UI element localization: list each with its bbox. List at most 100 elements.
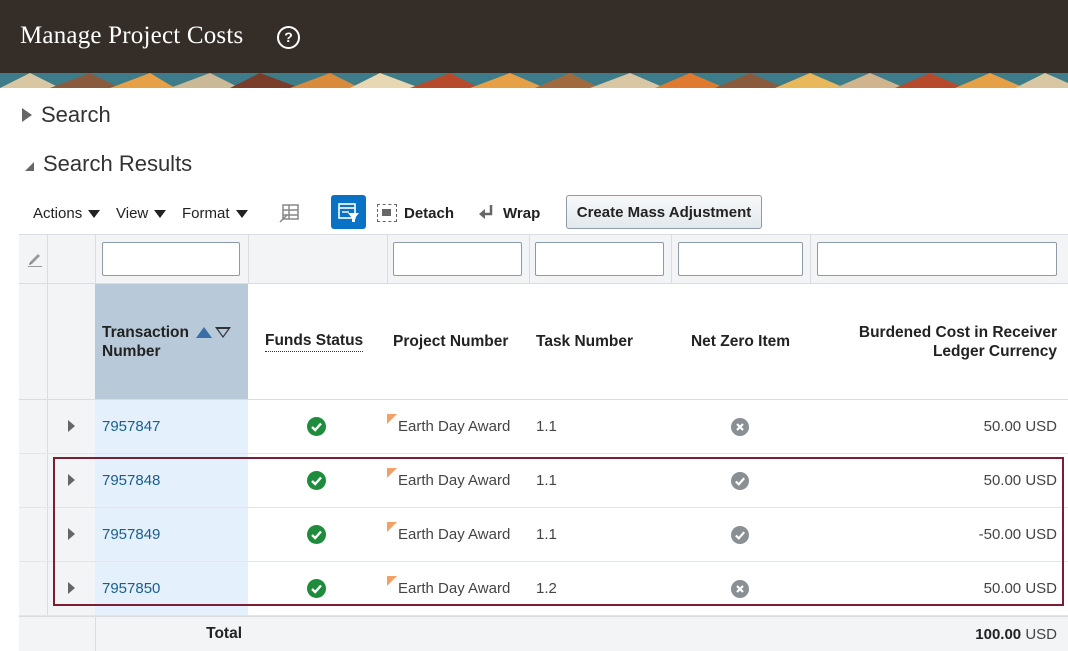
column-header-project-number[interactable]: Project Number	[393, 284, 529, 399]
currency-text: USD	[1025, 526, 1057, 543]
transaction-number-link[interactable]: 7957849	[102, 508, 160, 561]
filter-task-number-input[interactable]	[535, 242, 664, 276]
sort-ascending-icon[interactable]	[196, 326, 212, 338]
transaction-number-link[interactable]: 7957848	[102, 454, 160, 507]
task-number-cell: 1.1	[536, 454, 557, 507]
amount-text: 50.00	[983, 580, 1022, 597]
flag-corner-icon	[387, 576, 397, 586]
create-mass-adjustment-button[interactable]: Create Mass Adjustment	[566, 195, 762, 229]
detach-button[interactable]: Detach	[404, 205, 454, 222]
actions-menu-label: Actions	[33, 205, 83, 222]
check-circle-icon	[307, 417, 326, 436]
column-header-net-zero-item[interactable]: Net Zero Item	[671, 284, 810, 399]
table-row[interactable]: 7957848 Earth Day Award 1.1 50.00 USD	[19, 454, 1068, 508]
caret-down-icon	[88, 209, 101, 218]
filter-project-number-input[interactable]	[393, 242, 522, 276]
column-header-label: Funds Status	[265, 331, 364, 352]
net-zero-cell	[731, 562, 749, 615]
column-header-burdened-cost[interactable]: Burdened Cost in Receiver Ledger Currenc…	[810, 284, 1057, 399]
flag-corner-icon	[387, 522, 397, 532]
decorative-banner	[0, 73, 1068, 88]
sort-descending-icon[interactable]	[215, 326, 231, 338]
filter-burdened-cost-input[interactable]	[817, 242, 1057, 276]
transaction-link-text[interactable]: 7957850	[102, 580, 160, 597]
table-row[interactable]: 7957847 Earth Day Award 1.1 50.00 USD	[19, 400, 1068, 454]
search-section-toggle[interactable]: Search	[22, 102, 111, 128]
task-number-text: 1.2	[536, 580, 557, 597]
funds-status-cell	[307, 508, 326, 561]
detach-icon[interactable]	[377, 204, 397, 222]
project-number-text: Earth Day Award	[398, 418, 511, 435]
wrap-button[interactable]: Wrap	[503, 205, 540, 222]
total-row: Total 100.00 USD	[19, 616, 1068, 651]
currency-text: USD	[1025, 418, 1057, 435]
project-number-cell: Earth Day Award	[398, 454, 510, 507]
flag-corner-icon	[387, 468, 397, 478]
column-header-funds-status[interactable]: Funds Status	[265, 284, 387, 399]
burdened-cost-cell: 50.00 USD	[819, 454, 1057, 507]
net-zero-cell	[731, 454, 749, 507]
column-header-task-number[interactable]: Task Number	[536, 284, 671, 399]
check-circle-icon	[307, 525, 326, 544]
task-number-cell: 1.1	[536, 400, 557, 453]
column-header-transaction-number[interactable]: Transaction Number	[95, 284, 248, 399]
wrap-icon[interactable]	[478, 203, 496, 221]
column-header-label: Burdened Cost in Receiver	[858, 323, 1057, 341]
view-menu[interactable]: View	[116, 205, 167, 222]
transaction-link-text[interactable]: 7957848	[102, 472, 160, 489]
column-header-label: Net Zero Item	[690, 333, 791, 350]
collapse-triangle-icon	[22, 161, 34, 171]
net-zero-cell	[731, 508, 749, 561]
row-expand-icon[interactable]	[68, 420, 75, 432]
view-menu-label: View	[116, 205, 149, 222]
filter-transaction-number-input[interactable]	[102, 242, 240, 276]
total-label: Total	[95, 617, 242, 651]
actions-menu[interactable]: Actions	[33, 205, 101, 222]
check-circle-gray-icon	[731, 471, 749, 490]
row-expand-icon[interactable]	[68, 582, 75, 594]
page-title: Manage Project Costs	[20, 22, 244, 49]
caret-down-icon	[235, 209, 248, 218]
pencil-icon[interactable]	[27, 251, 43, 267]
filter-row	[19, 234, 1068, 284]
table-row[interactable]: 7957849 Earth Day Award 1.1 -50.00 USD	[19, 508, 1068, 562]
format-menu-label: Format	[182, 205, 230, 222]
project-number-text: Earth Day Award	[398, 472, 511, 489]
amount-text: 50.00	[983, 472, 1022, 489]
transaction-number-link[interactable]: 7957847	[102, 400, 160, 453]
transaction-link-text[interactable]: 7957847	[102, 418, 160, 435]
project-number-cell: Earth Day Award	[398, 508, 510, 561]
task-number-text: 1.1	[536, 526, 557, 543]
currency-text: USD	[1025, 472, 1057, 489]
task-number-cell: 1.2	[536, 562, 557, 615]
search-results-section-toggle[interactable]: Search Results	[22, 151, 192, 177]
query-by-example-button[interactable]	[331, 195, 366, 229]
total-amount-cell: 100.00 USD	[819, 617, 1057, 651]
project-number-cell: Earth Day Award	[398, 400, 510, 453]
transaction-link-text[interactable]: 7957849	[102, 526, 160, 543]
task-number-cell: 1.1	[536, 508, 557, 561]
column-header-label: Project Number	[393, 333, 509, 350]
project-number-text: Earth Day Award	[398, 526, 511, 543]
task-number-text: 1.1	[536, 472, 557, 489]
row-expand-icon[interactable]	[68, 474, 75, 486]
project-number-text: Earth Day Award	[398, 580, 511, 597]
total-label-text: Total	[206, 625, 242, 642]
format-menu[interactable]: Format	[182, 205, 248, 222]
total-amount-text: 100.00	[975, 625, 1022, 643]
row-expand-icon[interactable]	[68, 528, 75, 540]
help-circle-icon[interactable]: ?	[277, 26, 300, 49]
check-circle-icon	[307, 579, 326, 598]
flag-corner-icon	[387, 414, 397, 424]
table-row[interactable]: 7957850 Earth Day Award 1.2 50.00 USD	[19, 562, 1068, 616]
filter-net-zero-item-input[interactable]	[678, 242, 803, 276]
check-circle-gray-icon	[731, 525, 749, 544]
column-header-label: Ledger Currency	[932, 342, 1057, 360]
burdened-cost-cell: 50.00 USD	[819, 400, 1057, 453]
freeze-columns-icon[interactable]	[279, 203, 301, 223]
transaction-number-link[interactable]: 7957850	[102, 562, 160, 615]
amount-text: 50.00	[983, 418, 1022, 435]
search-section-title: Search	[41, 102, 111, 127]
filter-table-icon	[338, 203, 359, 222]
check-circle-icon	[307, 471, 326, 490]
